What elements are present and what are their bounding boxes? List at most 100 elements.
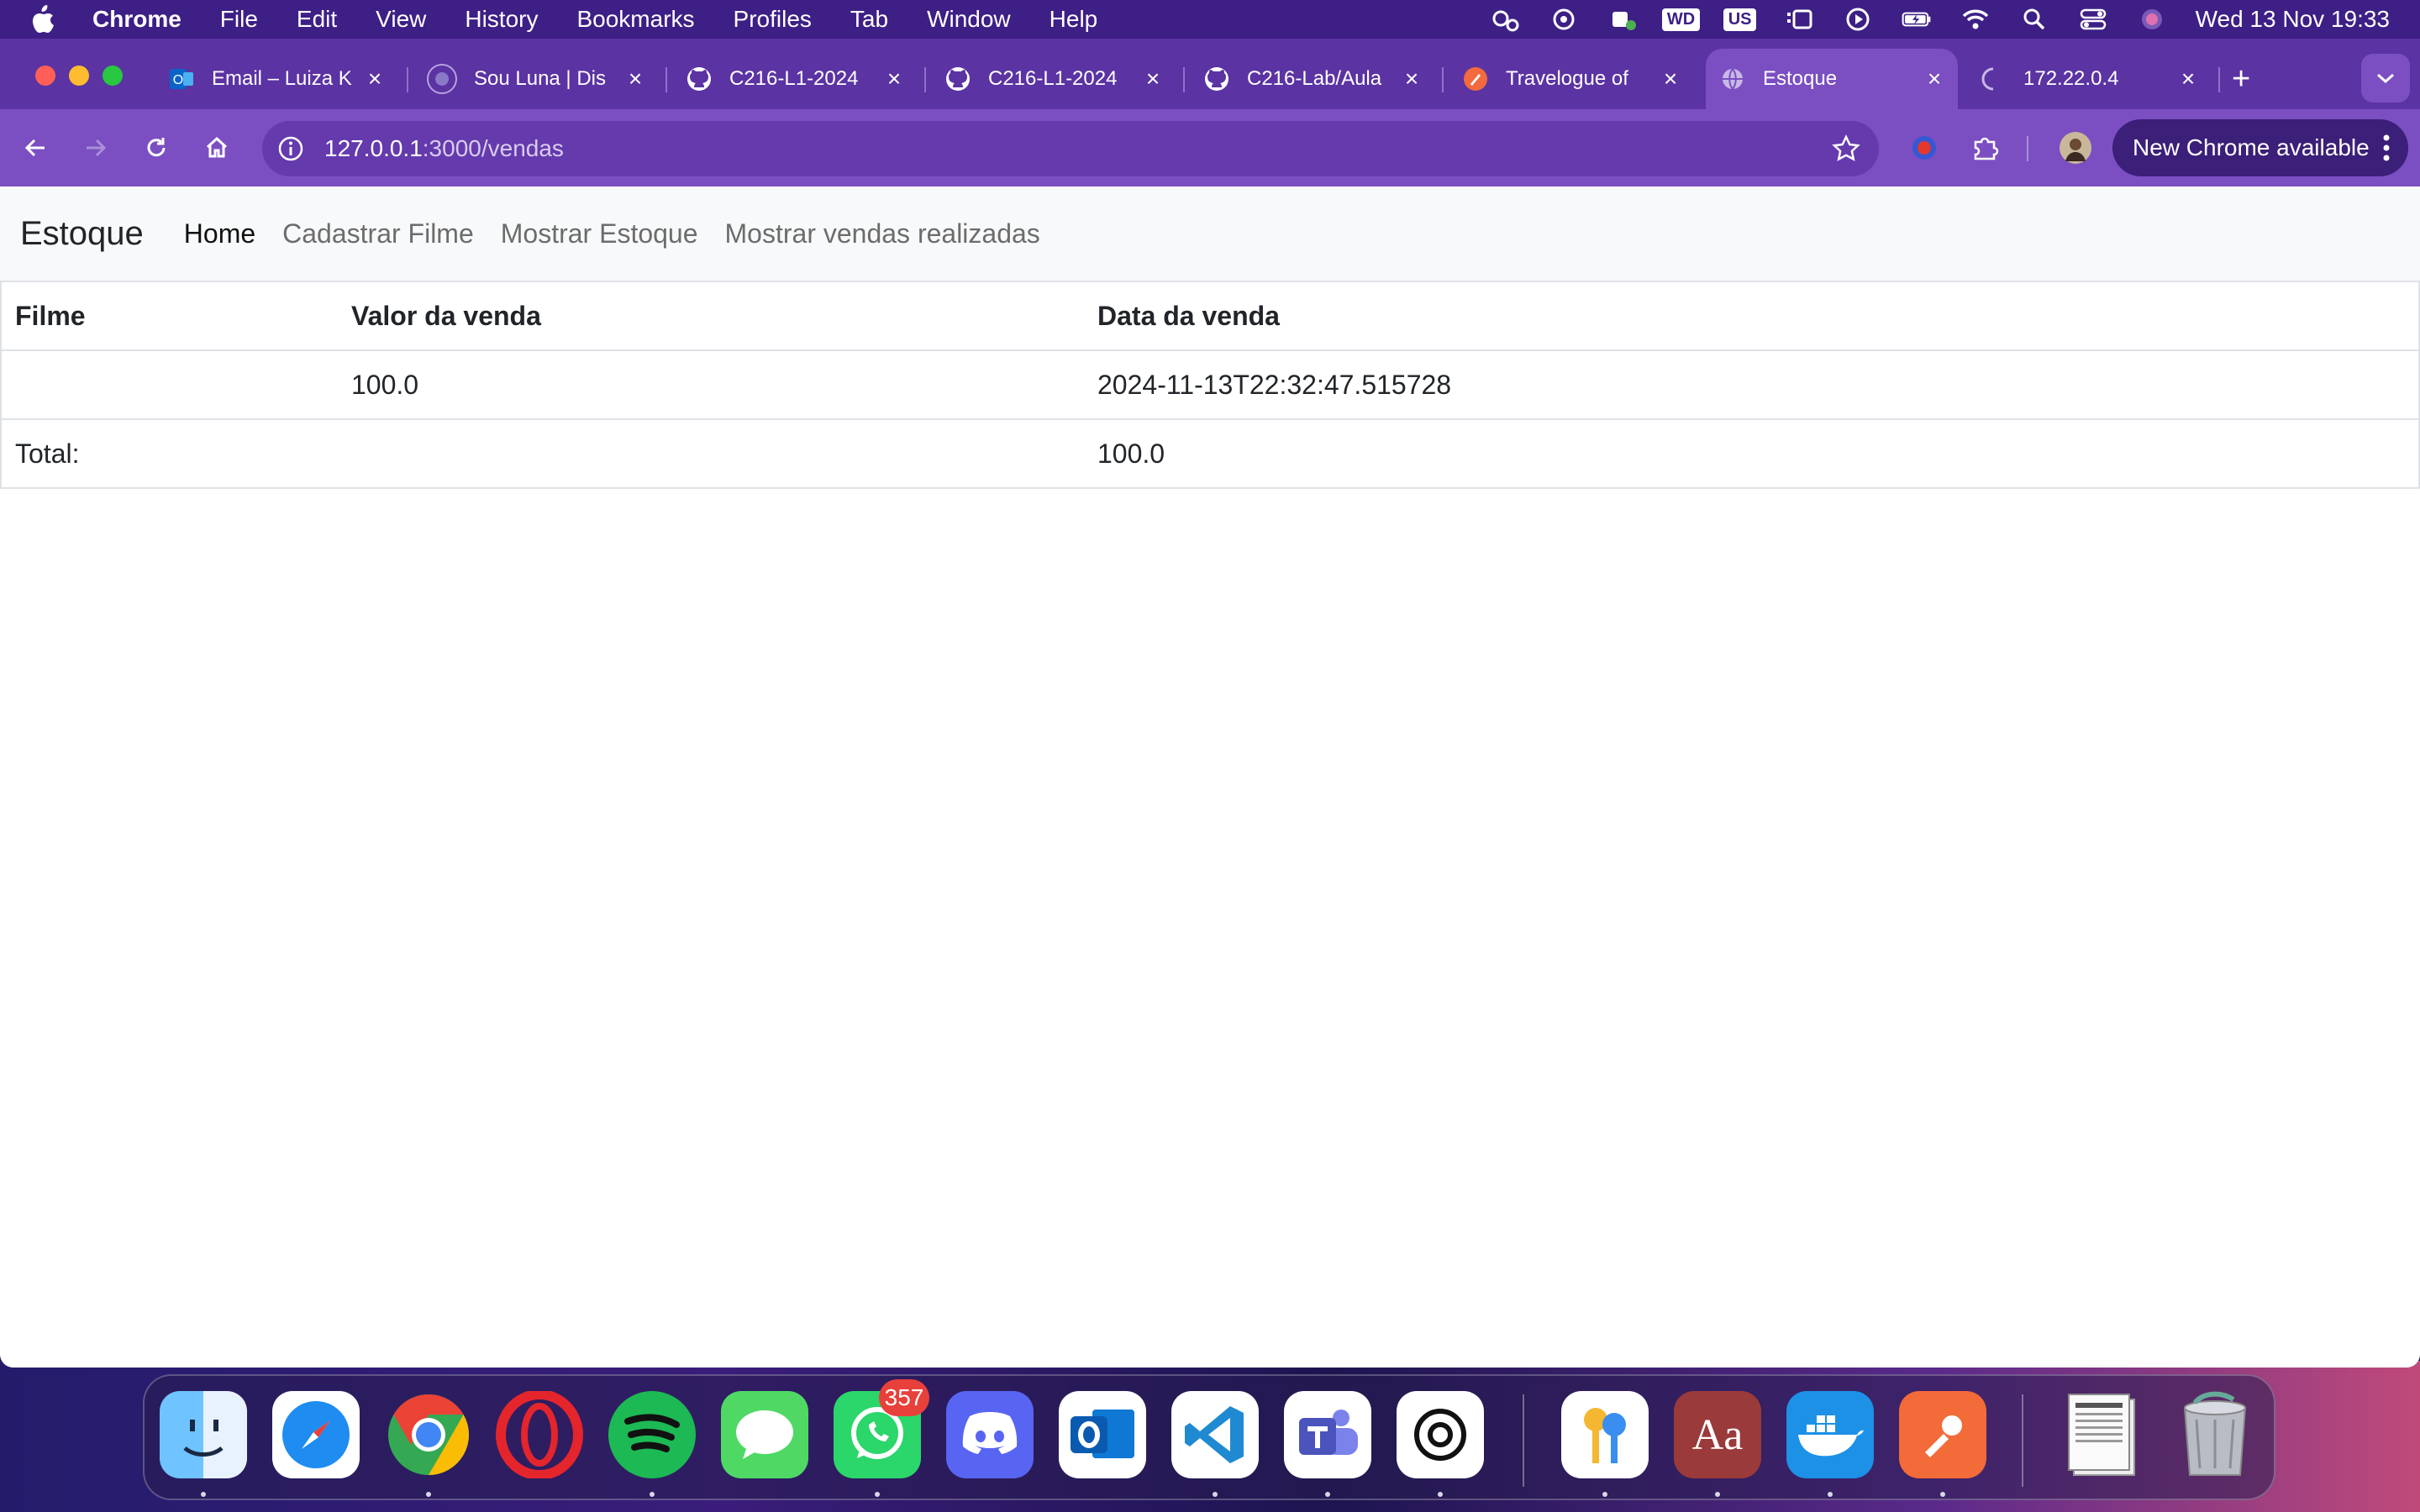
nav-cadastrar-filme[interactable]: Cadastrar Filme [282, 218, 474, 249]
dock-finder[interactable] [160, 1391, 247, 1478]
tab-close-icon[interactable]: × [1660, 66, 1681, 92]
dock-discord[interactable] [946, 1391, 1034, 1478]
url-text[interactable]: 127.0.0.1:3000/vendas [324, 121, 564, 176]
tab-close-icon[interactable]: × [884, 66, 904, 92]
dock-spotify[interactable] [608, 1391, 696, 1478]
tab-close-icon[interactable]: × [1924, 66, 1944, 92]
tab-search-button[interactable] [2361, 54, 2410, 102]
opera-icon [496, 1391, 583, 1478]
stage-manager-icon[interactable] [1784, 7, 1814, 32]
battery-icon[interactable] [1902, 7, 1932, 32]
site-info-icon[interactable] [277, 135, 304, 162]
menu-bookmarks[interactable]: Bookmarks [576, 6, 694, 33]
home-button[interactable] [198, 129, 235, 166]
apple-menu-icon[interactable] [30, 5, 64, 34]
reload-button[interactable] [138, 129, 175, 166]
tab-close-icon[interactable]: × [1402, 66, 1422, 92]
window-close-button[interactable] [35, 66, 55, 86]
tab-email[interactable]: O Email – Luiza K × [155, 49, 398, 109]
tab-ip-loading[interactable]: 172.22.0.4 × [1966, 49, 2212, 109]
running-indicator [1325, 1492, 1330, 1497]
dock-chrome[interactable] [385, 1391, 472, 1478]
window-minimize-button[interactable] [69, 66, 89, 86]
menu-edit[interactable]: Edit [297, 6, 337, 33]
tab-separator [1442, 67, 1444, 92]
window-zoom-button[interactable] [103, 66, 123, 86]
wd-drive-icon[interactable]: WD [1661, 7, 1701, 32]
tab-title: C216-L1-2024 [729, 67, 859, 90]
menu-file[interactable]: File [220, 6, 258, 33]
tab-travelogue[interactable]: Travelogue of × [1449, 49, 1694, 109]
total-value: 100.0 [1084, 418, 2420, 489]
tab-separator [666, 67, 667, 92]
menu-help[interactable]: Help [1050, 6, 1098, 33]
forward-button[interactable] [77, 129, 114, 166]
dock-documents[interactable] [2060, 1391, 2148, 1478]
extension-icon[interactable] [1906, 129, 1943, 166]
tab-discord[interactable]: Sou Luna | Dis × [413, 49, 659, 109]
dock-outlook[interactable] [1059, 1391, 1146, 1478]
dock-vscode[interactable] [1171, 1391, 1259, 1478]
back-button[interactable] [17, 129, 54, 166]
outlook-icon: O [168, 66, 195, 92]
siri-icon[interactable] [2137, 7, 2167, 32]
menu-profiles[interactable]: Profiles [734, 6, 812, 33]
menu-history[interactable]: History [465, 6, 538, 33]
menu-app-chrome[interactable]: Chrome [92, 6, 182, 33]
tab-close-icon[interactable]: × [625, 66, 645, 92]
control-center-icon[interactable] [2078, 7, 2108, 32]
weather-icon[interactable] [1490, 7, 1520, 32]
menu-window[interactable]: Window [927, 6, 1011, 33]
sales-table: Filme Valor da venda Data da venda 100.0… [0, 281, 2420, 489]
dock-separator [1523, 1394, 1524, 1487]
dock-opera[interactable] [496, 1391, 583, 1478]
dock-postman[interactable] [1899, 1391, 1986, 1478]
menubar-clock[interactable]: Wed 13 Nov 19:33 [2196, 6, 2390, 33]
toolbar-divider [2027, 136, 2028, 161]
dock-dictionary[interactable]: Aa [1674, 1391, 1761, 1478]
dock-docker[interactable] [1786, 1391, 1874, 1478]
whatsapp-unread-badge: 357 [879, 1379, 929, 1416]
chrome-icon [388, 1394, 470, 1475]
wifi-icon[interactable] [1960, 7, 1991, 32]
nav-mostrar-vendas[interactable]: Mostrar vendas realizadas [725, 218, 1040, 249]
dock-messages[interactable] [721, 1391, 808, 1478]
tab-title: Sou Luna | Dis [474, 67, 606, 90]
tab-close-icon[interactable]: × [365, 66, 385, 92]
vscode-icon [1185, 1406, 1244, 1463]
running-indicator [1213, 1492, 1218, 1497]
dock-passwords[interactable] [1561, 1391, 1649, 1478]
menu-view[interactable]: View [376, 6, 426, 33]
nav-mostrar-estoque[interactable]: Mostrar Estoque [501, 218, 698, 249]
extensions-puzzle-icon[interactable] [1966, 129, 2003, 166]
nav-home[interactable]: Home [184, 218, 255, 249]
tab-close-icon[interactable]: × [1143, 66, 1163, 92]
spotlight-search-icon[interactable] [2019, 7, 2049, 32]
input-source-icon[interactable]: US [1723, 7, 1757, 32]
dock-chatgpt[interactable] [1397, 1391, 1484, 1478]
menu-tab[interactable]: Tab [850, 6, 888, 33]
new-chrome-available-button[interactable]: New Chrome available [2112, 119, 2408, 176]
tab-title: Email – Luiza K [212, 67, 352, 90]
tab-estoque[interactable]: Estoque × [1706, 49, 1958, 109]
table-row: 100.0 2024-11-13T22:32:47.515728 [0, 349, 2420, 420]
tab-github-2[interactable]: C216-L1-2024 × [931, 49, 1176, 109]
dock-safari[interactable] [272, 1391, 360, 1478]
address-bar[interactable]: 127.0.0.1:3000/vendas [262, 121, 1879, 176]
teams-menubar-icon[interactable] [1607, 7, 1638, 32]
profile-avatar[interactable] [2057, 129, 2094, 166]
tab-close-icon[interactable]: × [2178, 66, 2198, 92]
total-row: Total: 100.0 [0, 418, 2420, 489]
menu-bar: Chrome File Edit View History Bookmarks … [0, 0, 2420, 39]
dock-teams[interactable] [1284, 1391, 1371, 1478]
chatgpt-menubar-icon[interactable] [1549, 7, 1579, 32]
tab-title: Travelogue of [1506, 67, 1628, 90]
tab-github-1[interactable]: C216-L1-2024 × [672, 49, 918, 109]
new-tab-button[interactable]: + [2232, 62, 2250, 96]
dock-trash[interactable] [2171, 1391, 2259, 1478]
navbar-brand[interactable]: Estoque [20, 215, 144, 253]
now-playing-icon[interactable] [1843, 7, 1873, 32]
running-indicator [875, 1492, 880, 1497]
tab-github-3[interactable]: C216-Lab/Aula × [1190, 49, 1435, 109]
bookmark-star-icon[interactable] [1832, 134, 1860, 163]
